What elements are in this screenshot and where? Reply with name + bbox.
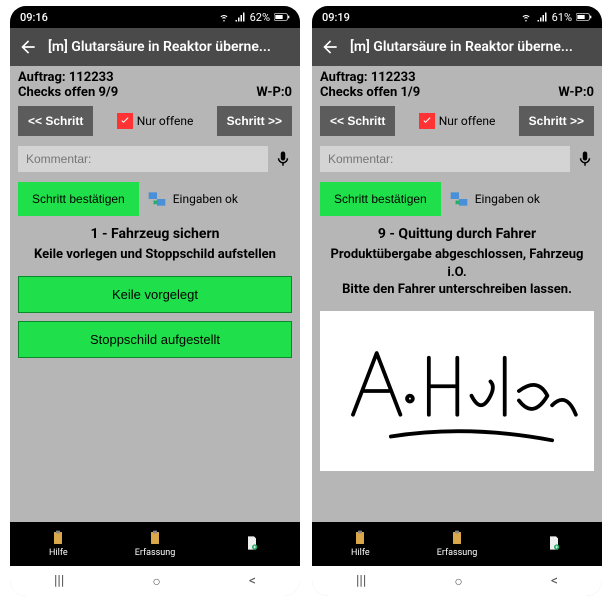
order-info: Auftrag: 112233 Checks offen 9/9 W-P:0 [10,66,300,102]
eingaben-ok[interactable]: Eingaben ok [449,189,540,209]
only-open-checkbox[interactable]: Nur offene [403,113,510,129]
bottom-tabs: Hilfe Erfassung [10,522,300,566]
step-description: Keile vorlegen und Stoppschild aufstelle… [10,244,300,272]
confirm-step-button[interactable]: Schritt bestätigen [18,182,139,216]
battery-icon [274,12,290,22]
task-button-stoppschild[interactable]: Stoppschild aufgestellt [18,321,292,358]
only-open-label: Nur offene [439,114,496,128]
clipboard-icon [352,530,368,546]
status-indicators: 62% [218,11,290,24]
status-indicators: 61% [520,11,592,24]
recent-apps-button[interactable]: ||| [54,573,64,589]
checkbox-icon [419,113,435,129]
only-open-label: Nur offene [137,114,194,128]
mic-icon[interactable] [576,150,594,168]
system-nav: ||| ○ < [312,566,602,596]
comment-input[interactable] [18,146,268,172]
checks-open: Checks offen 9/9 [18,85,118,100]
step-nav: << Schritt Nur offene Schritt >> [10,102,300,140]
document-add-icon [244,535,260,551]
auftrag-value: 112233 [371,70,416,85]
checks-open: Checks offen 1/9 [320,85,420,100]
tab-erfassung-label: Erfassung [135,548,176,558]
step-title: 9 - Quittung durch Fahrer [312,220,602,244]
header-title: [m] Glutarsäure in Reaktor überne... [48,39,292,55]
status-time: 09:16 [20,11,48,24]
confirm-row: Schritt bestätigen Eingaben ok [10,178,300,220]
auftrag-label: Auftrag: [320,70,368,85]
bottom-tabs: Hilfe Erfassung [312,522,602,566]
battery-text: 61% [552,11,572,24]
eingaben-label: Eingaben ok [475,192,540,206]
eingaben-label: Eingaben ok [173,192,238,206]
clipboard-icon [449,530,465,546]
battery-icon [576,12,592,22]
app-header: [m] Glutarsäure in Reaktor überne... [10,28,300,66]
tab-hilfe-label: Hilfe [49,548,68,558]
wp-value: W-P:0 [558,85,594,100]
prev-step-button[interactable]: << Schritt [18,106,93,136]
signature-drawing [334,319,581,463]
home-button[interactable]: ○ [454,573,462,590]
app-header: [m] Glutarsäure in Reaktor überne... [312,28,602,66]
step-title: 1 - Fahrzeug sichern [10,220,300,244]
status-bar: 09:16 62% [10,6,300,28]
confirm-step-button[interactable]: Schritt bestätigen [320,182,441,216]
next-step-button[interactable]: Schritt >> [519,106,594,136]
wifi-icon [520,11,532,23]
back-button[interactable]: < [249,573,256,589]
status-time: 09:19 [322,11,350,24]
back-icon[interactable] [320,37,340,57]
comment-row [312,140,602,178]
mic-icon[interactable] [274,150,292,168]
signature-pad[interactable] [320,311,594,471]
eingaben-ok[interactable]: Eingaben ok [147,189,238,209]
auftrag-label: Auftrag: [18,70,66,85]
battery-text: 62% [250,11,270,24]
confirm-row: Schritt bestätigen Eingaben ok [312,178,602,220]
back-button[interactable]: < [551,573,558,589]
tab-erfassung[interactable]: Erfassung [409,530,506,558]
content-spacer [312,475,602,522]
tab-doc[interactable] [505,535,602,553]
signal-icon [536,11,548,23]
tab-doc[interactable] [203,535,300,553]
order-info: Auftrag: 112233 Checks offen 1/9 W-P:0 [312,66,602,102]
prev-step-button[interactable]: << Schritt [320,106,395,136]
wp-value: W-P:0 [256,85,292,100]
checkbox-icon [117,113,133,129]
header-title: [m] Glutarsäure in Reaktor überne... [350,39,594,55]
transfer-icon [449,189,469,209]
wifi-icon [218,11,230,23]
content-spacer [10,362,300,522]
home-button[interactable]: ○ [152,573,160,590]
tab-hilfe-label: Hilfe [351,548,370,558]
document-add-icon [546,535,562,551]
comment-row [10,140,300,178]
step-description: Produktübergabe abgeschlossen, Fahrzeug … [312,244,602,307]
phone-screen-left: 09:16 62% [m] Glutarsäure in Reaktor übe… [10,6,300,596]
task-button-keile[interactable]: Keile vorgelegt [18,276,292,313]
tab-erfassung[interactable]: Erfassung [107,530,204,558]
step-nav: << Schritt Nur offene Schritt >> [312,102,602,140]
system-nav: ||| ○ < [10,566,300,596]
status-bar: 09:19 61% [312,6,602,28]
clipboard-icon [147,530,163,546]
recent-apps-button[interactable]: ||| [356,573,366,589]
auftrag-value: 112233 [69,70,114,85]
tab-hilfe[interactable]: Hilfe [10,530,107,558]
clipboard-icon [50,530,66,546]
only-open-checkbox[interactable]: Nur offene [101,113,208,129]
phone-screen-right: 09:19 61% [m] Glutarsäure in Reaktor übe… [312,6,602,596]
transfer-icon [147,189,167,209]
tab-erfassung-label: Erfassung [437,548,478,558]
tab-hilfe[interactable]: Hilfe [312,530,409,558]
back-icon[interactable] [18,37,38,57]
comment-input[interactable] [320,146,570,172]
signal-icon [234,11,246,23]
next-step-button[interactable]: Schritt >> [217,106,292,136]
